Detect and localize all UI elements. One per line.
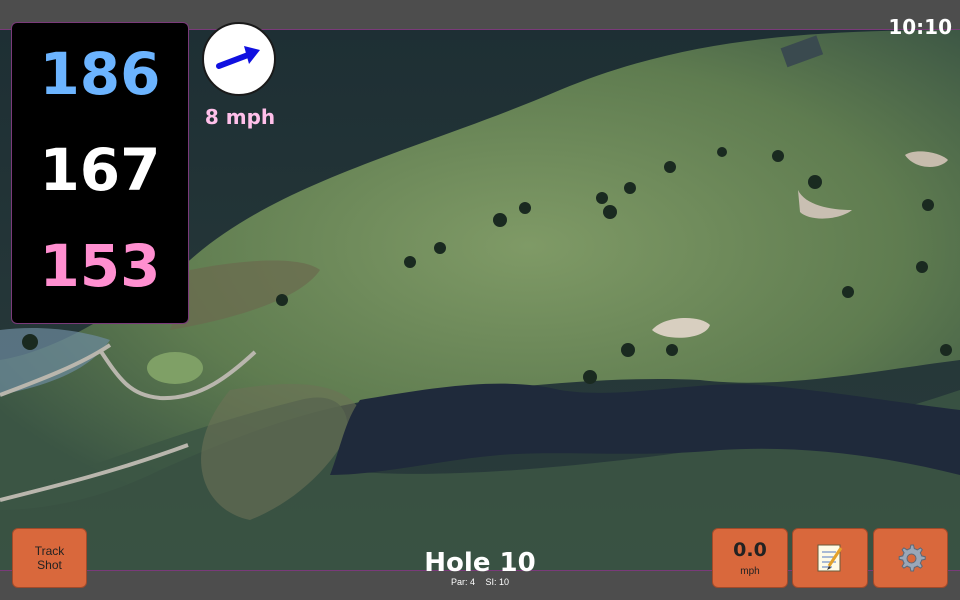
notepad-icon	[817, 544, 843, 572]
stroke-index-label: SI: 10	[485, 577, 510, 587]
hole-title: Hole 10	[424, 548, 536, 578]
track-shot-label-line2: Shot	[37, 558, 62, 572]
notes-button[interactable]	[792, 528, 868, 588]
gear-icon	[898, 544, 926, 572]
wind-arrow-icon	[216, 46, 260, 69]
speed-value: 0.0	[733, 539, 767, 561]
par-label: Par: 4	[450, 577, 475, 587]
clock-time: 10:10	[888, 15, 952, 39]
front-distance: 153	[39, 232, 161, 300]
wind-speed-label: 8 mph	[204, 105, 276, 129]
speed-unit: mph	[740, 566, 760, 577]
track-shot-button[interactable]: Track Shot	[12, 528, 87, 588]
hole-info: Par: 4 SI: 10	[380, 577, 580, 587]
speed-button[interactable]: 0.0 mph	[712, 528, 788, 588]
settings-button[interactable]	[873, 528, 948, 588]
wind-indicator	[202, 22, 276, 96]
golf-gps-screen: 10:10 186 167 153 8 mph Track Shot Hole …	[0, 0, 960, 600]
back-distance: 186	[39, 40, 161, 108]
center-distance: 167	[39, 136, 161, 204]
distance-panel: 186 167 153	[11, 22, 189, 324]
track-shot-label-line1: Track	[34, 543, 65, 558]
